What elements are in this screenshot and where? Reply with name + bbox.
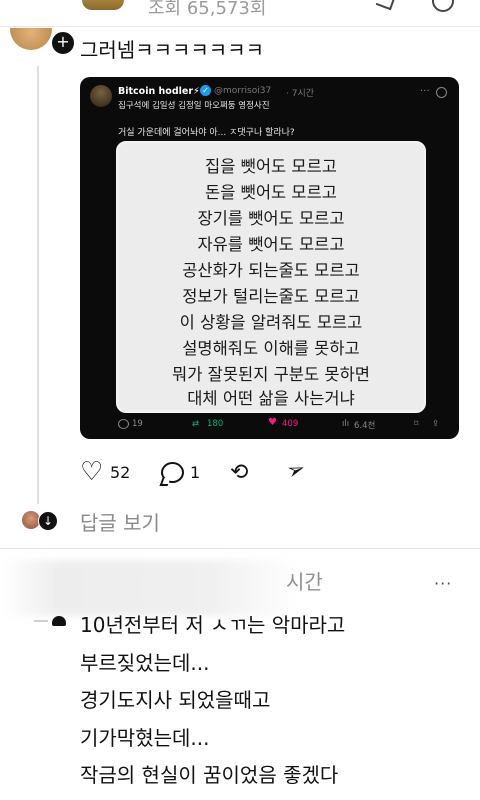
- reply-text-line: 부르짖었는데...: [80, 651, 210, 675]
- previous-post-avatar[interactable]: [82, 0, 124, 10]
- tweet-more-icon: ···: [420, 86, 430, 97]
- reply-text-line: 작금의 현실이 꿈이었음 좋겠다: [80, 763, 339, 787]
- thread-connector: [34, 620, 48, 622]
- comment-count: 1: [190, 463, 201, 482]
- reply-time: 시간: [286, 570, 323, 594]
- reply-avatar[interactable]: [52, 616, 66, 626]
- divider: [0, 548, 480, 549]
- tweet-views-count: 6.4천: [354, 421, 376, 431]
- tweet-bookmark-icon: ⌑: [414, 419, 419, 429]
- tweet-share-icon: ⇪: [432, 419, 440, 429]
- tweet-subtitle: 집구석에 김일성 김정일 마오쩌둥 영정사진: [118, 101, 270, 111]
- verified-badge-icon: ✓: [200, 85, 211, 96]
- blurred-username: [0, 560, 300, 616]
- view-count: 조회 65,573회: [148, 0, 267, 19]
- tweet-author-name: Bitcoin hodler⚡: [118, 86, 200, 97]
- thread-line: [37, 66, 39, 504]
- tweet-repost-count: 180: [207, 419, 224, 429]
- tweet-like-count: 409: [282, 419, 299, 429]
- chevron-down-icon[interactable]: ↓: [38, 511, 58, 531]
- tweet-reply-icon: [118, 419, 129, 429]
- more-options-icon[interactable]: [432, 0, 454, 12]
- image-text-line: 돈을 뺏어도 모르고: [205, 183, 337, 202]
- image-text-line: 이 상황을 알려줘도 모르고: [179, 313, 363, 332]
- tweet-body: 거실 가운데에 걸어놔야 아... ㅈ댓구나 할라나?: [118, 128, 295, 138]
- reply-text-line: 경기도지사 되었을때고: [80, 688, 271, 712]
- tweet-time: · 7시간: [286, 89, 315, 99]
- reply-text-line: 10년전부터 저 ㅅㄲ는 악마라고: [80, 613, 346, 637]
- follow-plus-icon[interactable]: +: [50, 30, 76, 56]
- tweet-views-icon: ılı: [342, 419, 350, 429]
- see-replies-link[interactable]: 답글 보기: [80, 507, 160, 536]
- divider: [0, 26, 480, 27]
- repost-icon[interactable]: ⟲: [230, 460, 248, 485]
- tweet-like-icon: ♥: [268, 417, 277, 428]
- comment-icon-tail: [159, 478, 171, 486]
- tweet-handle: @morrisoi37: [214, 86, 272, 96]
- grok-icon: [436, 87, 447, 98]
- tweet-attached-image: 집을 뺏어도 모르고 돈을 뺏어도 모르고 장기를 뺏어도 모르고 자유를 뺏어…: [116, 141, 426, 413]
- send-icon[interactable]: [375, 0, 397, 11]
- tweet-repost-icon: ⇄: [192, 419, 200, 429]
- image-text-line: 설명해줘도 이해를 못하고: [182, 339, 360, 358]
- reply-text: 그러넴ㅋㅋㅋㅋㅋㅋㅋ: [80, 38, 264, 62]
- image-text-line: 대체 어떤 삶을 사는거냐: [187, 389, 355, 408]
- tweet-reply-count: 19: [132, 419, 143, 429]
- image-text-line: 자유를 뺏어도 모르고: [197, 235, 345, 254]
- embedded-tweet-image[interactable]: Bitcoin hodler⚡ ✓ @morrisoi37 · 7시간 ··· …: [80, 77, 459, 439]
- image-text-line: 장기를 뺏어도 모르고: [197, 209, 345, 228]
- like-heart-icon[interactable]: ♡: [80, 459, 103, 485]
- send-icon[interactable]: ➢: [283, 456, 309, 486]
- tweet-action-bar: 19 ⇄ 180 ♥ 409 ılı 6.4천 ⌑ ⇪: [80, 416, 459, 434]
- tweet-avatar: [90, 85, 112, 107]
- avatar[interactable]: [10, 28, 52, 50]
- like-count: 52: [110, 463, 131, 482]
- more-options-icon[interactable]: ···: [434, 574, 452, 593]
- reply-text-line: 기가막혔는데...: [80, 726, 210, 750]
- image-text-line: 집을 뺏어도 모르고: [205, 157, 337, 176]
- image-text-line: 뭐가 잘못된지 구분도 못하면: [172, 365, 370, 384]
- image-text-line: 정보가 털리는줄도 모르고: [182, 287, 360, 306]
- image-text-line: 공산화가 되는줄도 모르고: [182, 261, 360, 280]
